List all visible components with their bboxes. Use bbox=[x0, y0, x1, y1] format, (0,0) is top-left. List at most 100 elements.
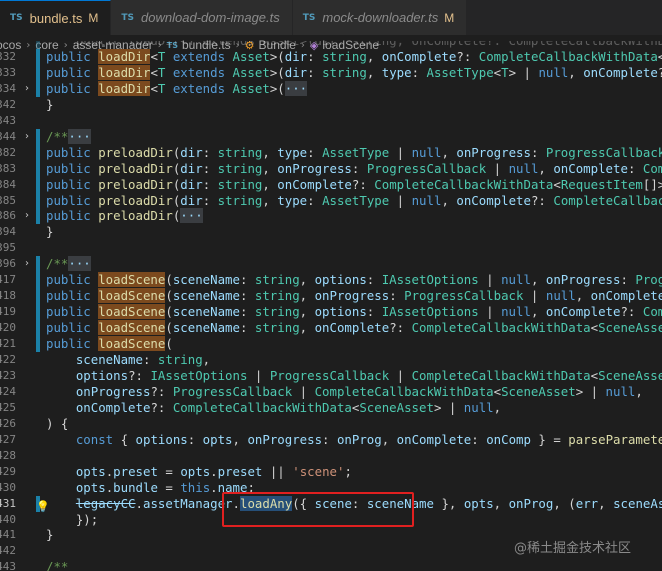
lightbulb-icon[interactable]: 💡 bbox=[36, 500, 50, 514]
code-token: , bbox=[299, 288, 315, 304]
code-token: dir bbox=[284, 48, 308, 64]
code-token: sceneName bbox=[46, 352, 143, 367]
code-token: const bbox=[46, 431, 114, 447]
typescript-file-icon: TS bbox=[121, 12, 135, 23]
code-token: CompleteCallbackWithData bbox=[172, 399, 352, 415]
code-token: CompleteCallbackWithData bbox=[478, 48, 658, 64]
code-token: > | bbox=[575, 383, 606, 399]
code-token: | bbox=[523, 288, 546, 304]
line-number: 426 bbox=[0, 416, 16, 430]
code-token: ( bbox=[165, 320, 173, 336]
code-token: }); bbox=[46, 511, 99, 527]
code-line: 382 public preloadDir(dir: string, type: … bbox=[0, 144, 662, 161]
code-token: : bbox=[411, 64, 427, 80]
fold-chevron-icon[interactable]: › bbox=[22, 81, 32, 97]
code-token: : bbox=[322, 431, 337, 447]
code-line: 425 onComplete?: CompleteCallbackWithDat… bbox=[0, 400, 662, 416]
tab-download-dom-image-ts[interactable]: TS download-dom-image.ts bbox=[111, 0, 293, 35]
code-token: loadScene bbox=[98, 320, 166, 336]
code-token: opts bbox=[202, 431, 233, 447]
code-text: public loadScene(sceneName: string, onCo… bbox=[46, 320, 662, 336]
fold-chevron-icon[interactable]: › bbox=[22, 256, 32, 272]
code-token: string bbox=[254, 272, 300, 288]
code-token: , ( bbox=[553, 495, 576, 511]
code-text: ) { bbox=[46, 416, 68, 432]
code-token: : bbox=[471, 431, 487, 447]
code-line: 422 sceneName: string, bbox=[0, 352, 662, 368]
code-token: opts bbox=[180, 463, 211, 479]
code-token: onComplete bbox=[583, 64, 658, 80]
code-token: onProgress bbox=[46, 383, 151, 399]
code-token: public bbox=[46, 144, 99, 160]
code-token: , bbox=[299, 304, 315, 320]
code-token: : bbox=[202, 144, 218, 160]
line-number: 385 bbox=[0, 193, 16, 207]
code-text: } bbox=[46, 224, 53, 240]
code-text: public preloadDir(dir: string, onComplet… bbox=[46, 177, 662, 193]
code-token: ; bbox=[344, 463, 352, 479]
code-text: public loadScene( bbox=[46, 336, 173, 352]
line-number: 441 bbox=[0, 528, 16, 542]
git-change-marker bbox=[36, 80, 40, 97]
code-line: 332 public loadDir<T extends Asset>(dir: … bbox=[0, 48, 662, 65]
code-token: : bbox=[239, 320, 255, 336]
code-token: : bbox=[366, 304, 382, 320]
code-line: 420 public loadScene(sceneName: string, o… bbox=[0, 320, 662, 337]
code-token: : bbox=[307, 144, 323, 160]
code-token: | bbox=[389, 367, 412, 383]
line-number: 343 bbox=[0, 113, 16, 127]
code-token: : bbox=[389, 288, 405, 304]
code-token: public bbox=[46, 192, 99, 208]
code-token: : bbox=[239, 304, 255, 320]
code-token: | bbox=[478, 272, 502, 288]
fold-chevron-icon[interactable]: › bbox=[22, 129, 32, 145]
line-number: 383 bbox=[0, 161, 16, 175]
code-token: ?: bbox=[150, 383, 173, 399]
code-token: ) { bbox=[46, 415, 69, 431]
code-token: : bbox=[627, 160, 643, 176]
code-token: loadDir bbox=[98, 64, 151, 80]
code-line: 342} bbox=[0, 97, 662, 113]
code-token: loadDir bbox=[98, 48, 151, 64]
code-token: > | bbox=[508, 64, 539, 80]
code-token: /** bbox=[46, 128, 69, 144]
code-token: IAssetOptions bbox=[150, 367, 248, 383]
code-token: preset bbox=[113, 463, 158, 479]
code-token: null bbox=[411, 192, 442, 208]
tab-title: download-dom-image.ts bbox=[141, 10, 280, 25]
code-line: 429 opts.preset = opts.preset || 'scene'… bbox=[0, 464, 662, 480]
line-number: 333 bbox=[0, 65, 16, 79]
code-token: SceneAsset bbox=[501, 383, 576, 399]
code-token: ProgressCallback bbox=[404, 288, 524, 304]
tab-bundle-ts[interactable]: TS bundle.ts M bbox=[0, 0, 112, 35]
code-token: public bbox=[46, 160, 99, 176]
code-token: IAssetOptions bbox=[381, 304, 479, 320]
code-token: null bbox=[501, 304, 531, 320]
line-number: 395 bbox=[0, 241, 16, 255]
code-text: } bbox=[46, 527, 53, 543]
code-token: Asset bbox=[232, 80, 270, 96]
code-token: null bbox=[463, 399, 494, 415]
code-token: ProgressCallbac bbox=[635, 272, 662, 288]
code-token: , bbox=[575, 288, 591, 304]
code-token: public bbox=[46, 48, 99, 64]
code-token: sceneName bbox=[172, 272, 240, 288]
code-token: , bbox=[635, 383, 643, 399]
code-token: CompleteCallbackWithData bbox=[553, 192, 662, 208]
code-token: = bbox=[157, 463, 181, 479]
code-text: onComplete?: CompleteCallbackWithData<Sc… bbox=[46, 400, 501, 416]
git-change-marker bbox=[36, 176, 40, 193]
code-token: ( bbox=[165, 288, 173, 304]
code-token: , bbox=[441, 144, 457, 160]
git-change-marker bbox=[36, 192, 40, 209]
code-line: 443 /** bbox=[0, 559, 662, 571]
git-change-marker bbox=[36, 41, 40, 49]
code-token: CompleteCallbackWit bbox=[642, 160, 662, 176]
fold-chevron-icon[interactable]: › bbox=[22, 208, 32, 224]
line-number: 425 bbox=[0, 400, 16, 414]
code-token: ?: bbox=[620, 304, 643, 320]
code-line: 417 public loadScene(sceneName: string, o… bbox=[0, 272, 662, 289]
code-token: Asset bbox=[232, 64, 270, 80]
tab-mock-downloader-ts[interactable]: TS mock-downloader.ts M bbox=[292, 0, 468, 35]
line-number: 429 bbox=[0, 464, 16, 478]
